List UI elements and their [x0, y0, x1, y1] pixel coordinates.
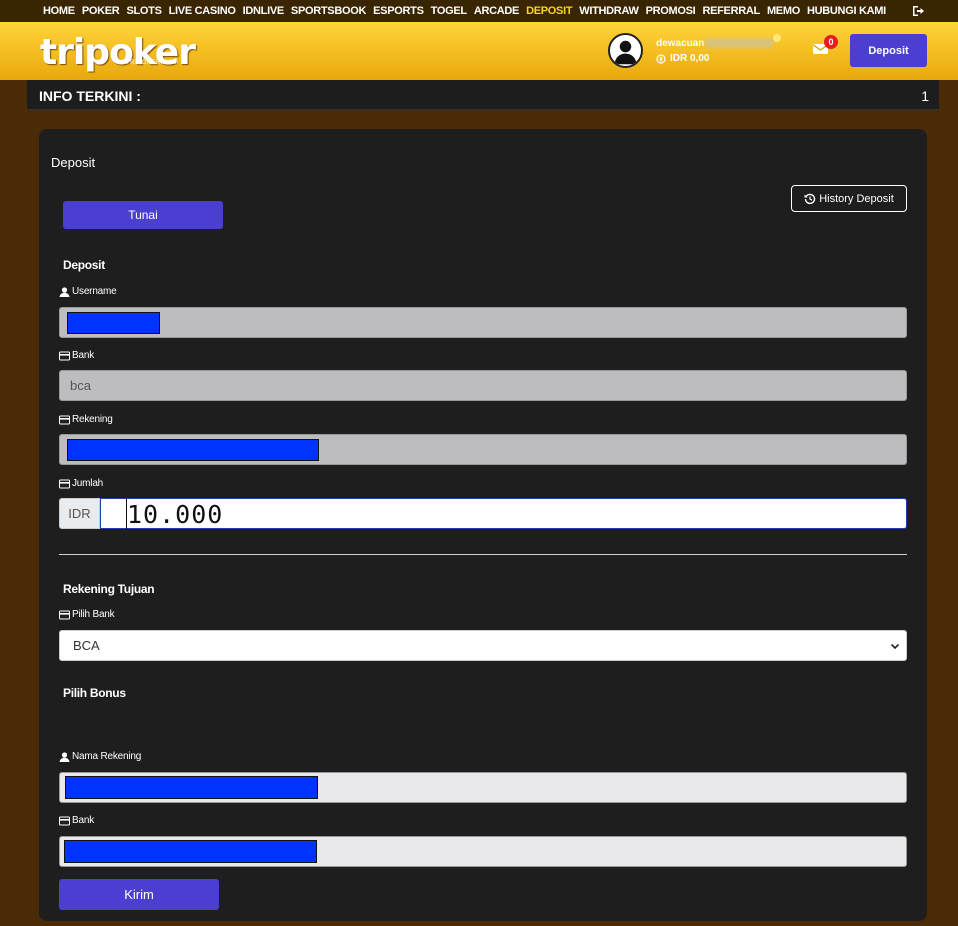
nav-item-memo[interactable]: MEMO: [767, 5, 800, 17]
logo-subtext: TRIPOKER.COM: [126, 60, 179, 66]
jumlah-input-group: IDR 10.000: [59, 498, 907, 529]
nav-item-slots[interactable]: SLOTS: [126, 5, 161, 17]
logout-icon[interactable]: [912, 5, 924, 17]
credit-card-icon: [59, 415, 70, 424]
amount-value: 10.000: [127, 500, 224, 529]
jumlah-label-text: Jumlah: [72, 478, 104, 489]
mail-count-badge: 0: [824, 35, 838, 49]
nama-rekening-field[interactable]: [59, 772, 907, 803]
pilih-bank-value: BCA: [73, 638, 100, 653]
bank2-field[interactable]: [59, 836, 907, 867]
info-bar: INFO TERKINI : 1: [27, 80, 939, 110]
jumlah-label: Jumlah: [59, 478, 103, 489]
credit-card-icon: [59, 816, 70, 825]
nav-item-referral[interactable]: REFERRAL: [702, 5, 760, 17]
credit-card-icon: [59, 351, 70, 360]
nav-item-withdraw[interactable]: WITHDRAW: [579, 5, 639, 17]
rekening-label: Rekening: [59, 414, 113, 425]
nav-item-idnlive[interactable]: IDNLIVE: [243, 5, 285, 17]
section-deposit-heading: Deposit: [63, 258, 105, 272]
info-label: INFO TERKINI :: [39, 88, 141, 104]
online-status-dot: [773, 34, 781, 42]
balance-display: IDR 0,00: [656, 53, 709, 64]
user-icon: [59, 751, 70, 762]
redacted-rekening: [67, 439, 319, 461]
user-icon: [59, 286, 70, 297]
credit-card-icon: [59, 610, 70, 619]
nav-item-arcade[interactable]: ARCADE: [474, 5, 520, 17]
bank2-label: Bank: [59, 815, 94, 826]
page-title: Deposit: [51, 155, 96, 170]
rekening-field[interactable]: [59, 434, 907, 465]
username-blurred: [705, 38, 774, 49]
tunai-button[interactable]: Tunai: [63, 201, 223, 229]
balance-text: IDR 0,00: [670, 53, 710, 64]
section-divider: [59, 554, 907, 555]
bank-label-text: Bank: [72, 350, 94, 361]
pilih-bank-label-text: Pilih Bank: [72, 609, 115, 620]
username-label: Username: [59, 286, 117, 297]
nav-item-promosi[interactable]: PROMOSI: [646, 5, 696, 17]
bank-field[interactable]: bca: [59, 370, 907, 401]
nav-item-sportsbook[interactable]: SPORTSBOOK: [291, 5, 367, 17]
nama-rekening-label: Nama Rekening: [59, 751, 141, 762]
username-field[interactable]: [59, 307, 907, 338]
credit-card-icon: [59, 479, 70, 488]
user-icon: [614, 40, 637, 65]
nav-item-live-casino[interactable]: LIVE CASINO: [169, 5, 236, 17]
nav-item-togel[interactable]: TOGEL: [431, 5, 468, 17]
nav-item-home[interactable]: HOME: [43, 5, 75, 17]
pilih-bank-label: Pilih Bank: [59, 609, 115, 620]
logo-text: tripoker: [40, 32, 196, 73]
avatar[interactable]: [608, 33, 643, 68]
section-tujuan-heading: Rekening Tujuan: [63, 582, 155, 596]
history-icon: [804, 193, 816, 204]
history-deposit-button[interactable]: History Deposit: [791, 185, 907, 212]
currency-prefix: IDR: [59, 498, 100, 529]
bank2-label-text: Bank: [72, 815, 94, 826]
section-bonus-heading: Pilih Bonus: [63, 686, 126, 700]
nav-item-poker[interactable]: POKER: [82, 5, 120, 17]
amount-input[interactable]: 10.000: [100, 498, 907, 529]
username-display: dewacuan: [656, 38, 774, 49]
header-deposit-button[interactable]: Deposit: [850, 34, 927, 67]
nama-rekening-label-text: Nama Rekening: [72, 751, 142, 762]
redacted-nama-rekening: [65, 776, 318, 799]
nav-item-hubungi-kami[interactable]: HUBUNGI KAMI: [807, 5, 886, 17]
pilih-bank-select[interactable]: BCA: [59, 630, 907, 661]
deposit-panel: Deposit Tunai History Deposit Deposit Us…: [39, 129, 927, 921]
site-header: tripoker TRIPOKER.COM dewacuan IDR 0,00 …: [0, 22, 958, 80]
nav-item-deposit[interactable]: DEPOSIT: [526, 5, 572, 17]
nav-item-esports[interactable]: ESPORTS: [373, 5, 424, 17]
text-cursor: [101, 498, 127, 529]
site-logo[interactable]: tripoker TRIPOKER.COM: [40, 28, 196, 74]
coin-icon: [656, 53, 666, 64]
redacted-bank2: [64, 840, 317, 863]
rekening-label-text: Rekening: [72, 414, 113, 425]
redacted-username: [67, 312, 160, 334]
history-deposit-label: History Deposit: [819, 192, 894, 205]
username-text: dewacuan: [656, 38, 705, 49]
kirim-button[interactable]: Kirim: [59, 879, 219, 910]
nav-list: HOME POKER SLOTS LIVE CASINO IDNLIVE SPORTSBO…: [43, 5, 893, 17]
top-nav: HOME POKER SLOTS LIVE CASINO IDNLIVE SPORTSBO…: [0, 0, 958, 22]
chevron-down-icon: [890, 643, 900, 650]
bank-label: Bank: [59, 350, 94, 361]
info-count[interactable]: 1: [921, 88, 929, 104]
username-label-text: Username: [72, 286, 117, 297]
